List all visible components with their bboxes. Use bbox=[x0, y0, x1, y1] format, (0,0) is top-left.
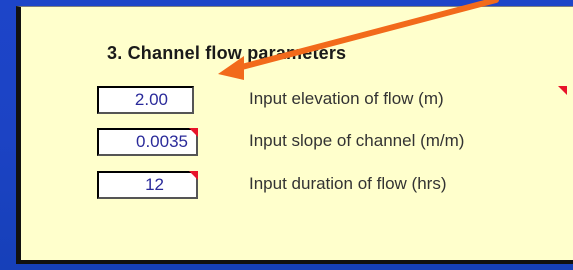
param-row-elevation: 2.00 Input elevation of flow (m) bbox=[97, 86, 567, 116]
elevation-input[interactable]: 2.00 bbox=[97, 86, 194, 114]
param-row-slope: 0.0035 Input slope of channel (m/m) bbox=[97, 128, 567, 158]
duration-label: Input duration of flow (hrs) bbox=[249, 174, 447, 193]
slope-input[interactable]: 0.0035 bbox=[97, 128, 198, 156]
comment-indicator-icon bbox=[558, 86, 567, 95]
comment-indicator-icon bbox=[189, 128, 198, 137]
elevation-label: Input elevation of flow (m) bbox=[249, 89, 444, 108]
param-row-duration: 12 Input duration of flow (hrs) bbox=[97, 171, 567, 201]
slope-label: Input slope of channel (m/m) bbox=[249, 131, 465, 150]
duration-input[interactable]: 12 bbox=[97, 171, 198, 199]
section-title: 3. Channel flow parameters bbox=[107, 43, 347, 63]
spreadsheet-panel: 3. Channel flow parameters 2.00 Input el… bbox=[16, 6, 573, 264]
comment-indicator-icon bbox=[189, 171, 198, 180]
